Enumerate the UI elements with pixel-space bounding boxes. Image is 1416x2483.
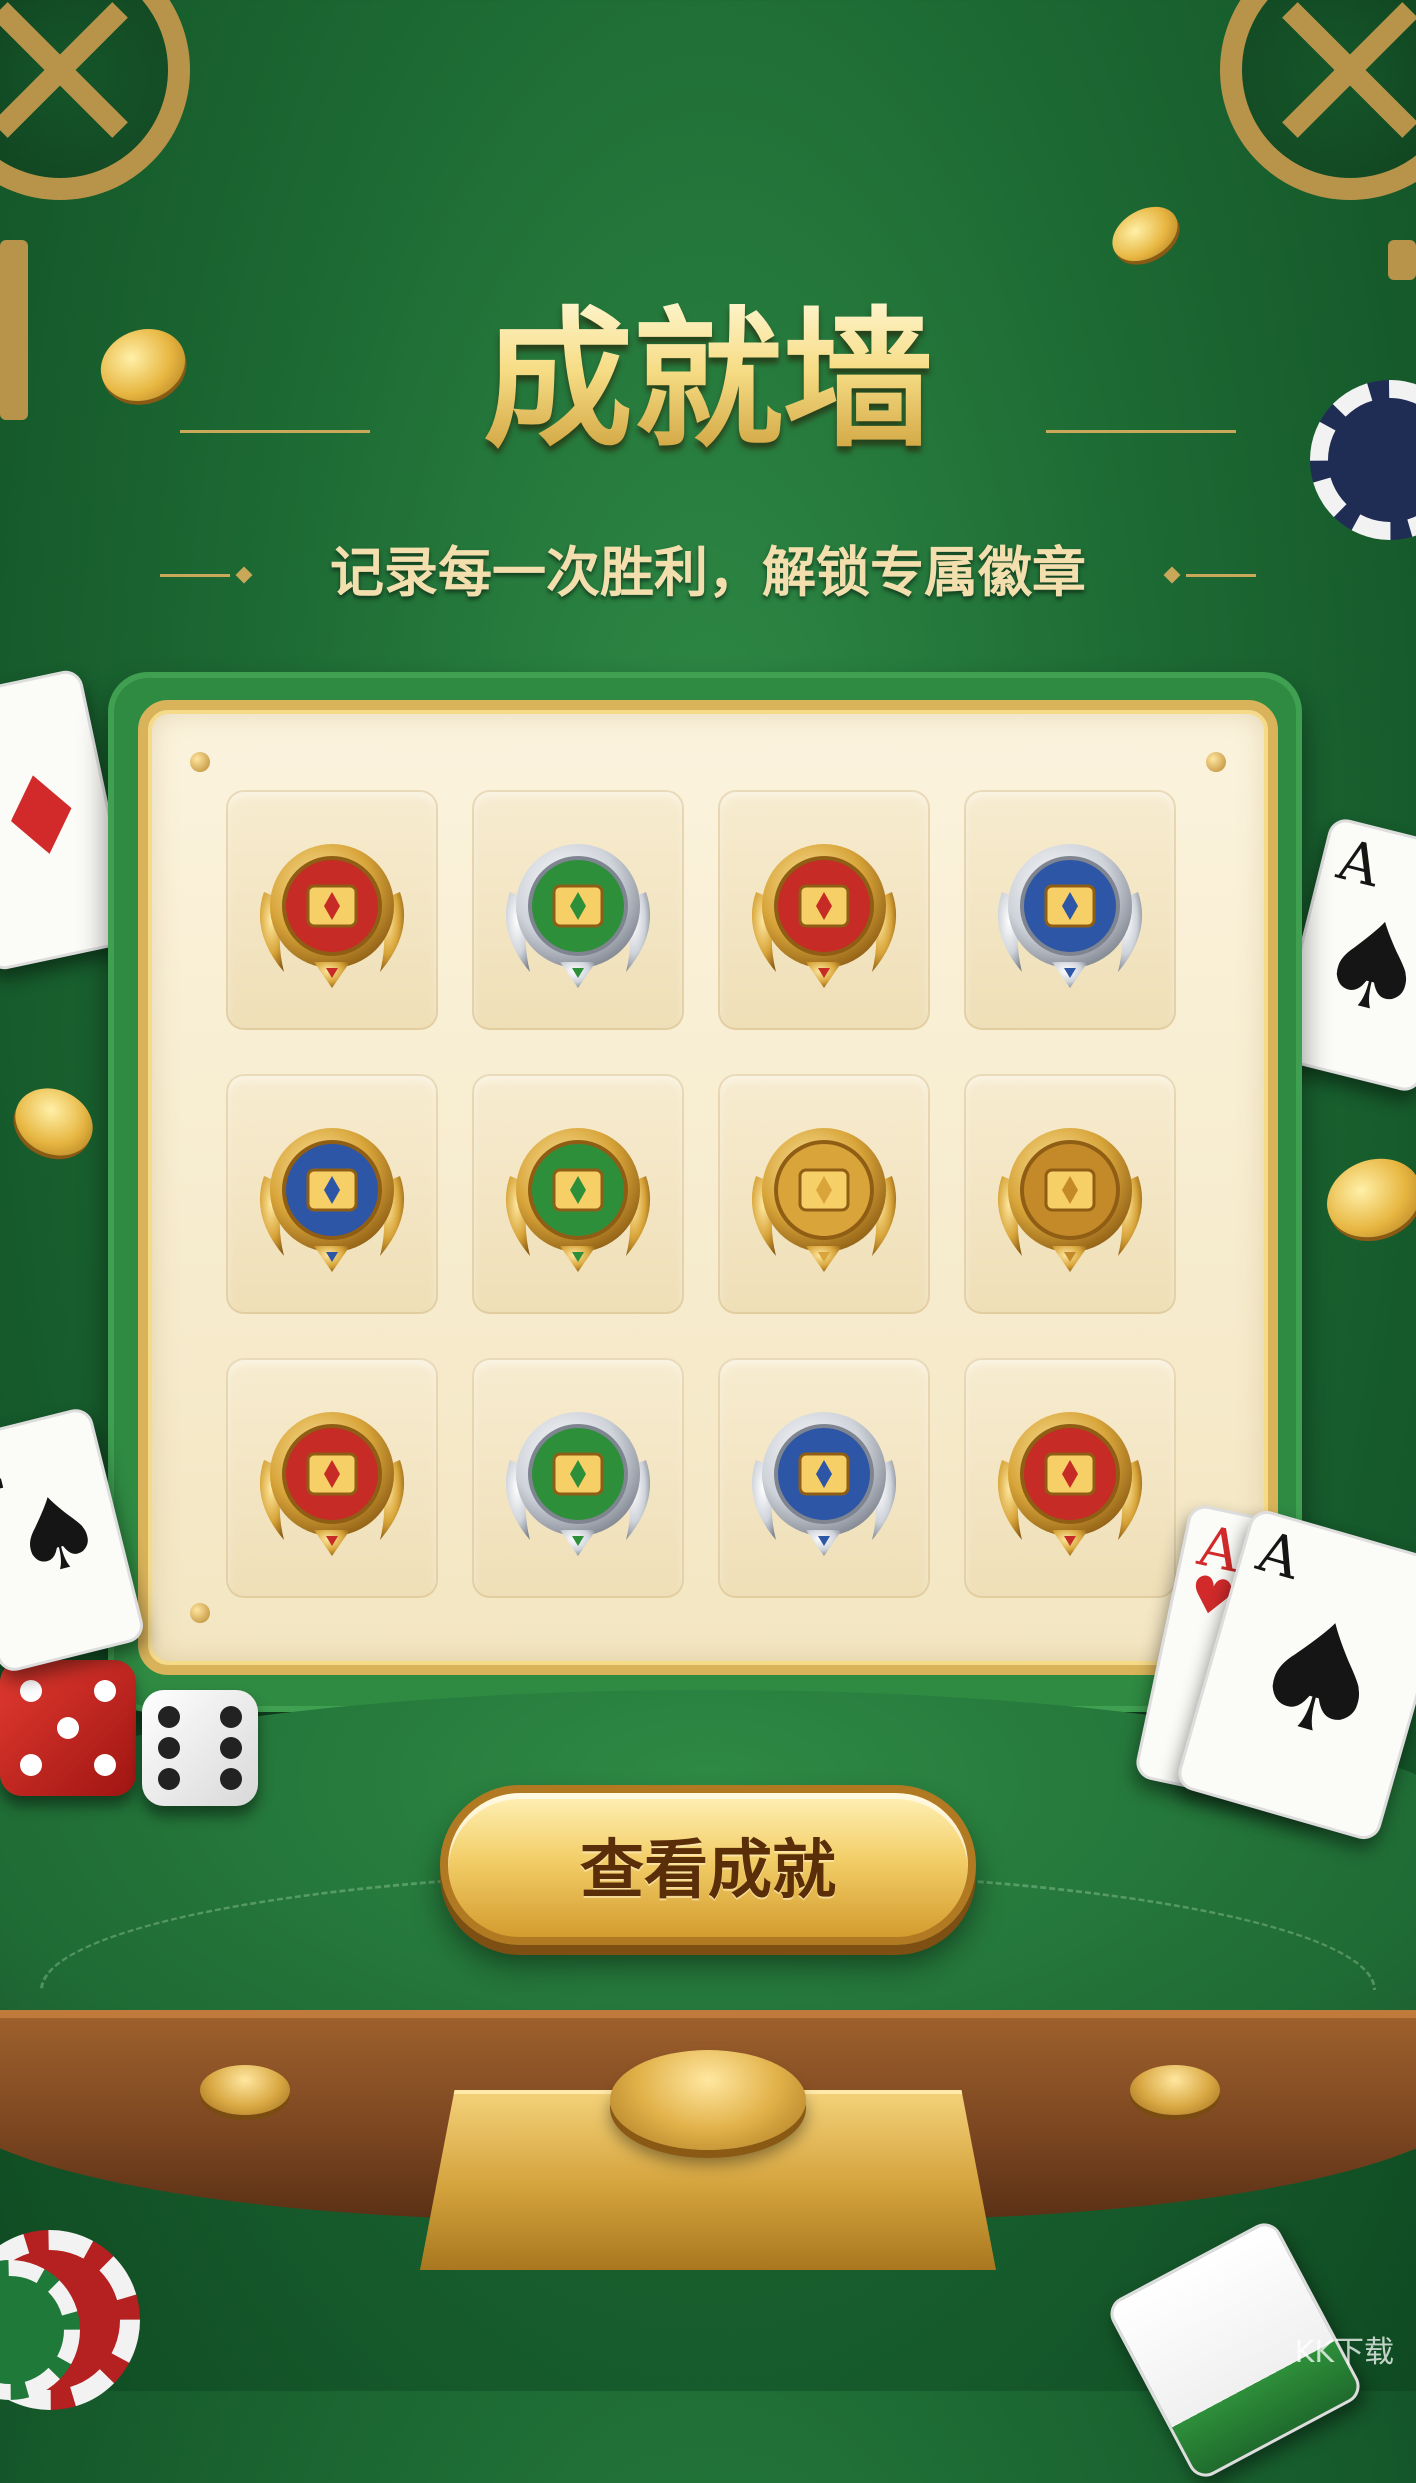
title-divider-left bbox=[180, 430, 370, 433]
rivet bbox=[1206, 752, 1226, 772]
diamond-badge-icon bbox=[505, 1128, 651, 1272]
white-die-icon bbox=[142, 1690, 258, 1806]
microphone-badge-icon bbox=[505, 844, 651, 988]
page-subtitle: 记录每一次胜利，解锁专属徽章 bbox=[330, 541, 1086, 604]
watermark-logo: KK下载 bbox=[1294, 2335, 1394, 2370]
achievement-slot[interactable] bbox=[718, 790, 930, 1030]
chest-badge-icon bbox=[259, 1128, 405, 1272]
ornament-tassel-right bbox=[1388, 240, 1416, 280]
view-achievements-button[interactable]: 查看成就 bbox=[440, 1785, 976, 1945]
crown-badge-icon bbox=[259, 844, 405, 988]
gold-coin-icon bbox=[4, 1076, 104, 1168]
achievement-slot[interactable] bbox=[226, 1358, 438, 1598]
achievement-slot[interactable] bbox=[472, 1358, 684, 1598]
achievement-slot[interactable] bbox=[964, 790, 1176, 1030]
star-badge-icon bbox=[751, 844, 897, 988]
spade-suit-icon: ♠ bbox=[0, 1466, 115, 1603]
rivet bbox=[190, 752, 210, 772]
corner-ornament-right bbox=[1220, 0, 1416, 200]
title-divider-right bbox=[1046, 430, 1236, 433]
achievement-slot[interactable] bbox=[964, 1074, 1176, 1314]
achievement-slot[interactable] bbox=[718, 1358, 930, 1598]
achievement-board bbox=[138, 700, 1278, 1675]
gold-coin-icon bbox=[1102, 195, 1188, 273]
achievement-slot[interactable] bbox=[226, 1074, 438, 1314]
red-die-icon bbox=[0, 1660, 136, 1796]
card-badge-icon bbox=[997, 844, 1143, 988]
achievement-slot[interactable] bbox=[472, 790, 684, 1030]
money-bag-badge-icon bbox=[751, 1412, 897, 1556]
star-badge-icon bbox=[997, 1128, 1143, 1272]
spade-suit-icon: ♠ bbox=[1304, 887, 1416, 1049]
spade-suit-icon: ♠ bbox=[1230, 1577, 1408, 1782]
diamond-suit-icon: ♦ bbox=[0, 743, 104, 890]
table-gold-knob-left bbox=[200, 2065, 290, 2115]
corner-ornament-left bbox=[0, 0, 190, 200]
table-gold-knob-right bbox=[1130, 2065, 1220, 2115]
achievement-slot[interactable] bbox=[718, 1074, 930, 1314]
rivet bbox=[190, 1603, 210, 1623]
page-title: 成就墙 bbox=[0, 290, 1416, 470]
crown-badge-icon bbox=[259, 1412, 405, 1556]
achievement-slot[interactable] bbox=[226, 790, 438, 1030]
achievement-slot[interactable] bbox=[472, 1074, 684, 1314]
view-achievements-label: 查看成就 bbox=[580, 1834, 836, 1908]
gem-badge-icon bbox=[751, 1128, 897, 1272]
gold-coin-icon bbox=[1315, 1145, 1416, 1251]
card-badge-icon bbox=[997, 1412, 1143, 1556]
achievement-slot[interactable] bbox=[964, 1358, 1176, 1598]
tile-badge-icon bbox=[505, 1412, 651, 1556]
table-gold-button bbox=[610, 2050, 806, 2150]
